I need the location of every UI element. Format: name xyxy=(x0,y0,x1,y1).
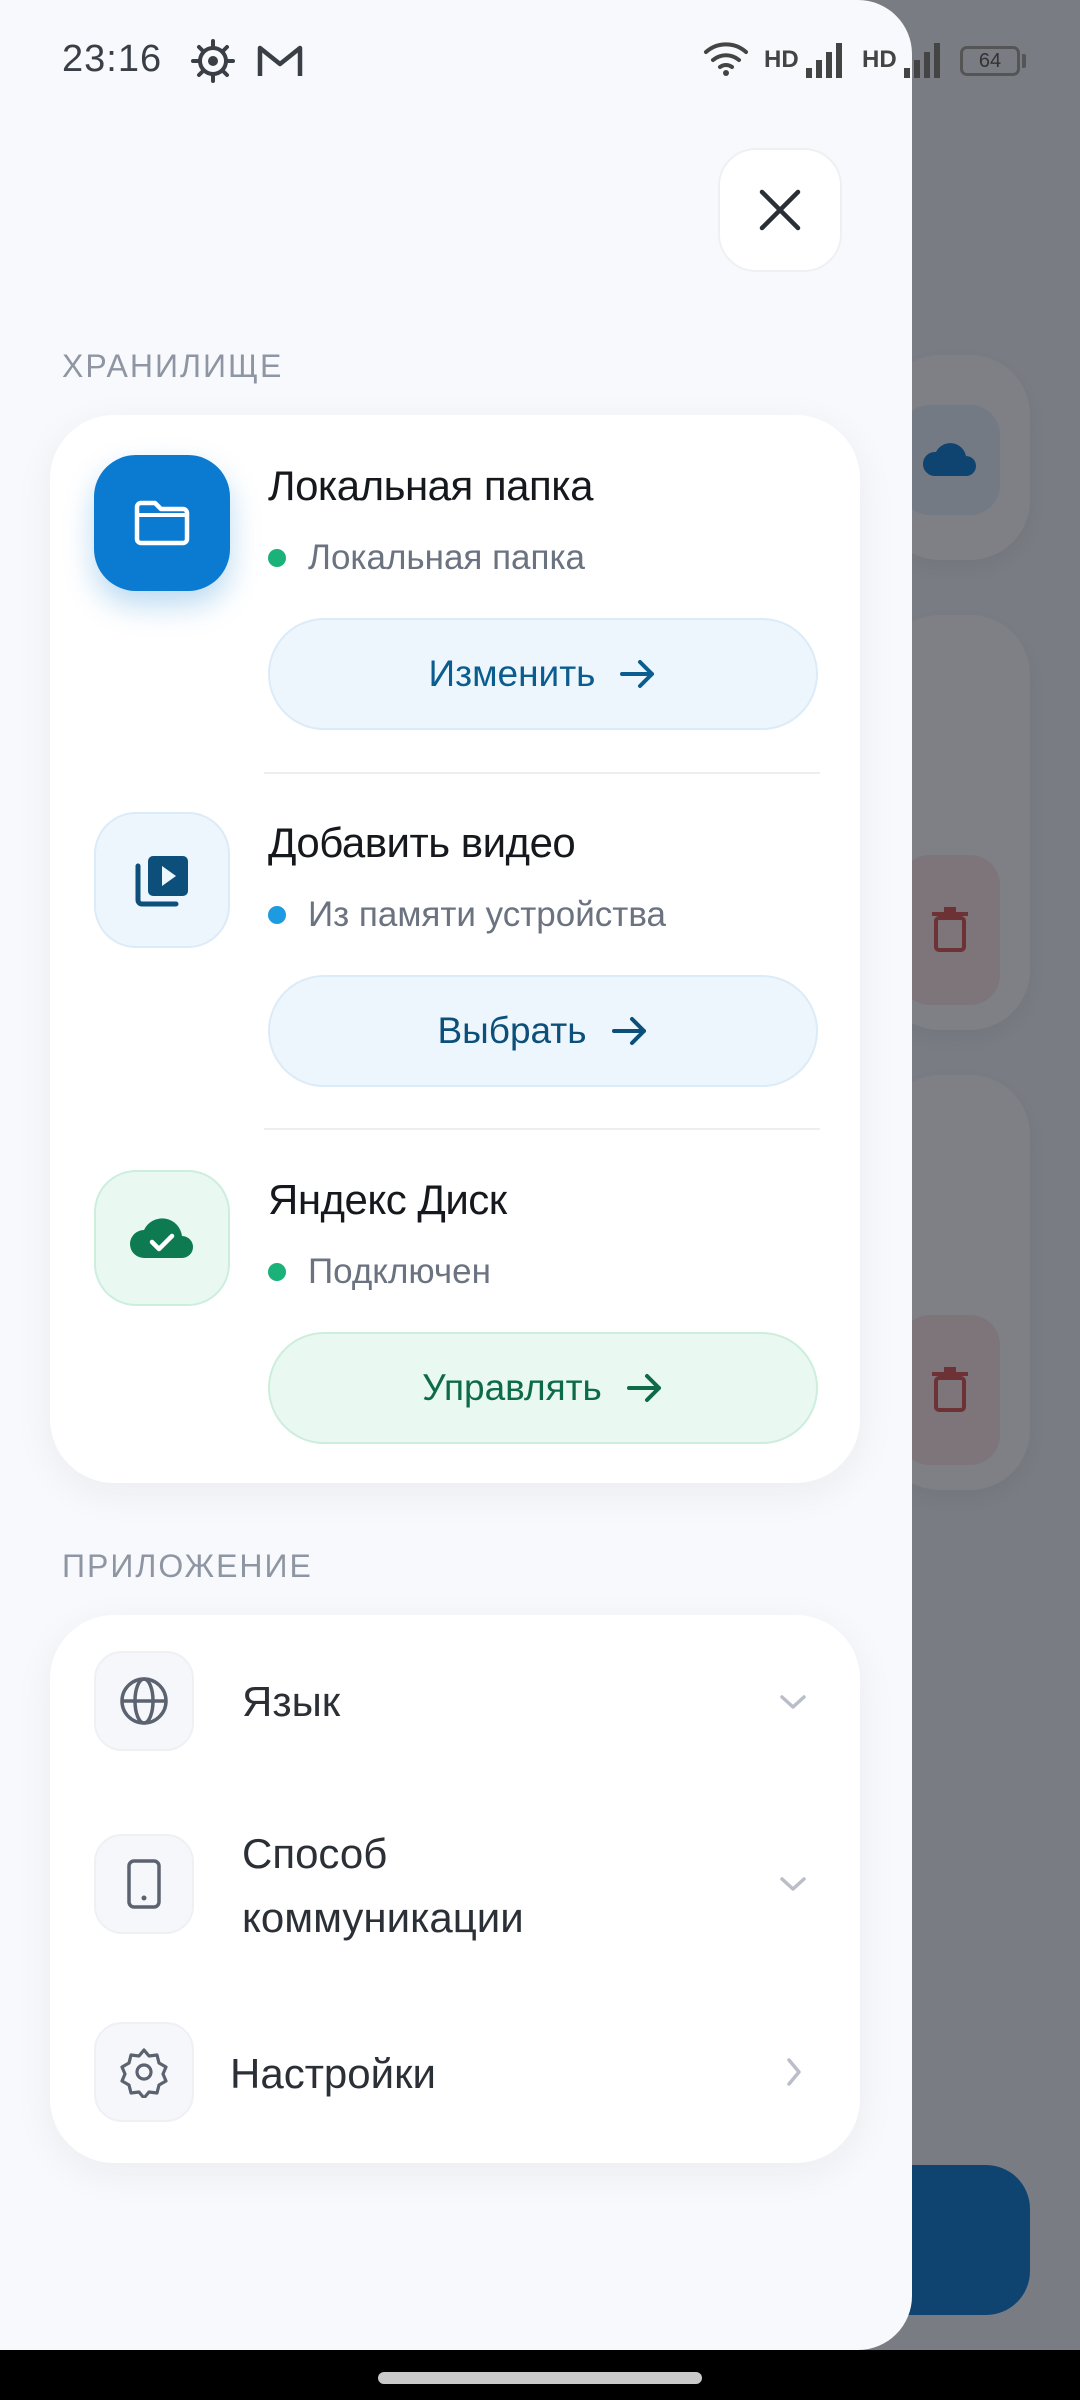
status-time: 23:16 xyxy=(62,38,163,80)
folder-icon xyxy=(134,500,190,546)
status-dot xyxy=(268,1263,286,1281)
local-folder-title: Локальная папка xyxy=(268,462,593,509)
add-video-icon-tile xyxy=(94,812,230,948)
change-folder-label: Изменить xyxy=(428,653,596,694)
close-button[interactable] xyxy=(718,148,842,272)
home-indicator[interactable] xyxy=(378,2372,702,2384)
communication-label-line1: Способ xyxy=(242,1830,388,1877)
settings-icon xyxy=(120,2048,168,2098)
hd-badge-1: HD xyxy=(764,46,799,73)
status-dot xyxy=(268,906,286,924)
yandex-disk-subtitle: Подключен xyxy=(308,1252,491,1291)
yandex-disk-title: Яндекс Диск xyxy=(268,1176,507,1223)
globe-icon xyxy=(120,1677,168,1725)
change-folder-button[interactable]: Изменить xyxy=(268,618,818,730)
chevron-right-icon xyxy=(787,2058,801,2086)
language-icon-tile xyxy=(94,1651,194,1751)
add-video-title: Добавить видео xyxy=(268,819,576,866)
arrow-right-icon xyxy=(626,1372,664,1404)
storage-section-label: ХРАНИЛИЩЕ xyxy=(62,348,284,384)
select-video-button[interactable]: Выбрать xyxy=(268,975,818,1087)
hd-badge-2: HD xyxy=(862,46,897,73)
phone-icon xyxy=(127,1859,161,1909)
signal-icon xyxy=(806,43,842,78)
app-section-label: ПРИЛОЖЕНИЕ xyxy=(62,1548,313,1584)
select-video-label: Выбрать xyxy=(437,1010,587,1051)
chevron-down-icon xyxy=(780,1877,806,1891)
add-video-status: Из памяти устройства xyxy=(268,895,666,935)
yandex-disk-status: Подключен xyxy=(268,1252,491,1292)
gear-icon xyxy=(191,39,235,83)
divider xyxy=(264,772,820,774)
divider xyxy=(264,1128,820,1130)
settings-icon-tile xyxy=(94,2022,194,2122)
language-label: Язык xyxy=(242,1678,341,1725)
gmail-icon xyxy=(257,45,303,76)
yandex-disk-icon-tile xyxy=(94,1170,230,1306)
arrow-right-icon xyxy=(619,658,657,690)
local-folder-icon-tile xyxy=(94,455,230,591)
settings-label: Настройки xyxy=(230,2050,436,2097)
add-video-subtitle: Из памяти устройства xyxy=(308,895,666,934)
arrow-right-icon xyxy=(611,1015,649,1047)
status-dot xyxy=(268,549,286,567)
local-folder-subtitle: Локальная папка xyxy=(308,538,586,577)
signal-icon xyxy=(904,43,940,78)
close-icon xyxy=(759,189,801,231)
battery-level: 64 xyxy=(978,49,1002,72)
cloud-check-icon xyxy=(130,1218,193,1258)
status-bar: 23:16 HD HD 64 xyxy=(0,0,1080,120)
side-drawer: ХРАНИЛИЩЕ Локальная папка Локальная папк… xyxy=(0,0,912,2350)
battery-tip xyxy=(1022,54,1026,68)
wifi-icon xyxy=(704,42,748,76)
battery-icon: 64 xyxy=(960,46,1020,76)
local-folder-status: Локальная папка xyxy=(268,538,585,578)
communication-label-line2: коммуникации xyxy=(242,1894,524,1941)
manage-disk-button[interactable]: Управлять xyxy=(268,1332,818,1444)
manage-disk-label: Управлять xyxy=(422,1367,602,1408)
video-library-icon xyxy=(135,856,188,907)
chevron-down-icon xyxy=(780,1695,806,1709)
communication-icon-tile xyxy=(94,1834,194,1934)
